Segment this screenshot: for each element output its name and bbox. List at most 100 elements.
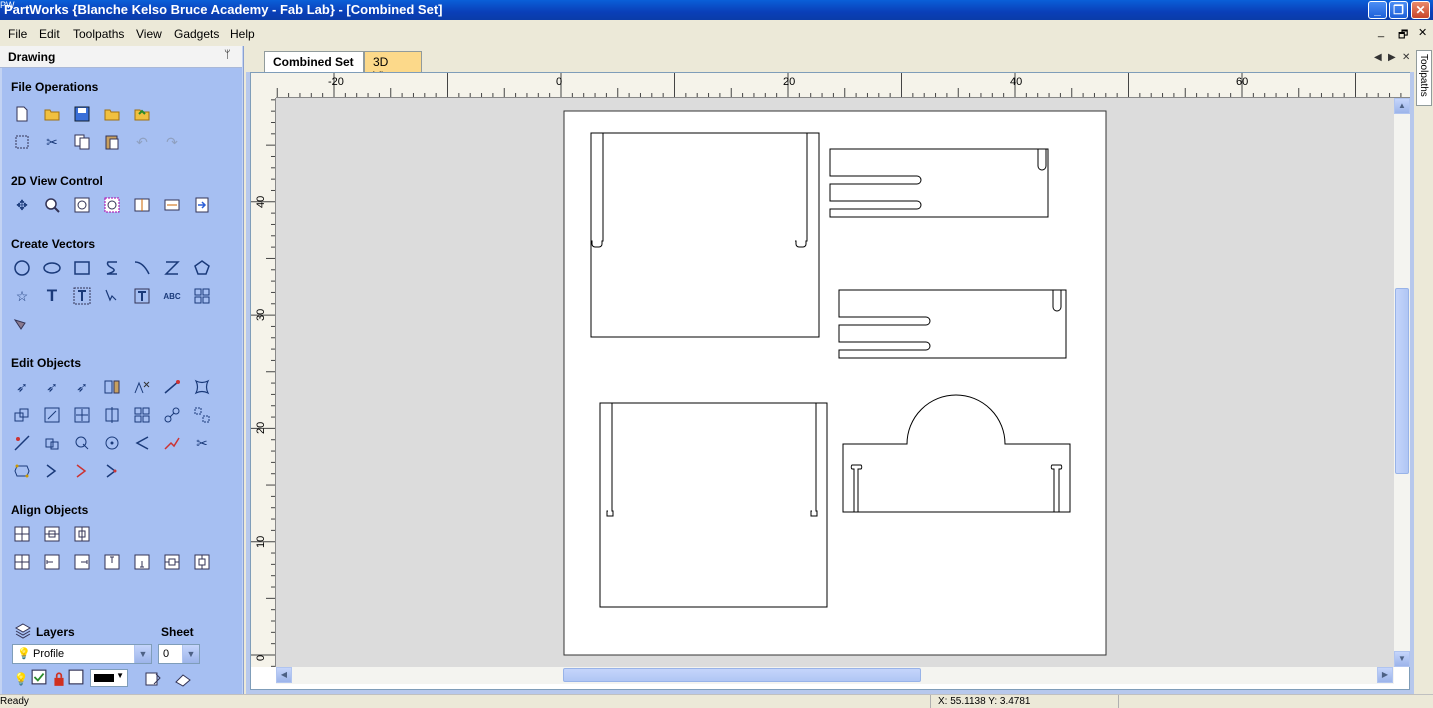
- scroll-right-icon[interactable]: ▶: [1377, 667, 1393, 683]
- tab-close-icon[interactable]: ✕: [1402, 52, 1410, 63]
- horizontal-scroll-thumb[interactable]: [563, 668, 921, 682]
- drawing-viewport[interactable]: [276, 98, 1394, 667]
- align-left-icon[interactable]: [41, 551, 63, 573]
- pan-icon[interactable]: ✥: [11, 194, 33, 216]
- distort-icon[interactable]: [191, 376, 213, 398]
- align-vcenter-icon[interactable]: [71, 523, 93, 545]
- menu-view[interactable]: View: [136, 27, 162, 41]
- mirror-icon[interactable]: [131, 376, 153, 398]
- menu-gadgets[interactable]: Gadgets: [174, 27, 219, 41]
- smooth-icon[interactable]: [11, 460, 33, 482]
- chevron-down-icon[interactable]: ▼: [182, 645, 199, 663]
- dogbone-icon[interactable]: [11, 313, 33, 335]
- import-icon[interactable]: [101, 103, 123, 125]
- polyline-icon[interactable]: [101, 257, 123, 279]
- layer-checkbox-icon[interactable]: [31, 669, 47, 685]
- fillet-icon[interactable]: [71, 432, 93, 454]
- curve-icon[interactable]: [131, 257, 153, 279]
- mdi-restore-button[interactable]: 🗗: [1398, 26, 1408, 45]
- tab-3d-view[interactable]: 3D View: [364, 51, 422, 83]
- scroll-down-icon[interactable]: ▼: [1394, 651, 1410, 667]
- mdi-minimize-button[interactable]: _: [1378, 26, 1384, 38]
- vertical-scroll-thumb[interactable]: [1395, 288, 1409, 474]
- rectangle-icon[interactable]: [71, 257, 93, 279]
- new-file-icon[interactable]: [11, 103, 33, 125]
- align-hcenter-icon[interactable]: [41, 523, 63, 545]
- align-both-icon[interactable]: [11, 551, 33, 573]
- star-icon[interactable]: ☆: [11, 285, 33, 307]
- curve-fit-icon[interactable]: [161, 432, 183, 454]
- text-arc-icon[interactable]: ABC: [161, 285, 183, 307]
- line-color-select[interactable]: ▼: [90, 669, 128, 687]
- measure-icon[interactable]: [161, 376, 183, 398]
- select-all-icon[interactable]: [11, 131, 33, 153]
- layer-select[interactable]: 💡 Profile ▼: [12, 644, 152, 664]
- tab-prev-icon[interactable]: ◀: [1374, 52, 1382, 63]
- close-button[interactable]: ✕: [1411, 1, 1430, 19]
- layer-visible-icon[interactable]: 💡: [12, 668, 30, 690]
- space-horizontal-icon[interactable]: [161, 551, 183, 573]
- save-icon[interactable]: [71, 103, 93, 125]
- node-edit-icon[interactable]: ➶: [41, 376, 63, 398]
- text-on-curve-icon[interactable]: [101, 285, 123, 307]
- interactive-icon[interactable]: [101, 376, 123, 398]
- open-file-icon[interactable]: [41, 103, 63, 125]
- pin-icon[interactable]: ᛘ: [224, 49, 231, 61]
- scroll-left-icon[interactable]: ◀: [276, 667, 292, 683]
- zoom-selection-icon[interactable]: [101, 194, 123, 216]
- tab-combined-set[interactable]: Combined Set: [264, 51, 364, 72]
- zoom-extents-icon[interactable]: [71, 194, 93, 216]
- array-icon[interactable]: [191, 285, 213, 307]
- scissors-icon[interactable]: ✂: [191, 432, 213, 454]
- layer-manager-icon[interactable]: [142, 668, 164, 690]
- drawing-svg[interactable]: [276, 98, 1394, 667]
- minimize-button[interactable]: _: [1368, 1, 1387, 19]
- zoom-icon[interactable]: [41, 194, 63, 216]
- copy-icon[interactable]: [71, 131, 93, 153]
- mdi-close-button[interactable]: ✕: [1418, 26, 1427, 39]
- toggle-view-icon[interactable]: [161, 194, 183, 216]
- scroll-up-icon[interactable]: ▲: [1394, 98, 1410, 114]
- align-bottom-icon[interactable]: [131, 551, 153, 573]
- vertical-scrollbar[interactable]: ▲ ▼: [1394, 98, 1410, 667]
- extend-icon[interactable]: [131, 432, 153, 454]
- tab-next-icon[interactable]: ▶: [1388, 52, 1396, 63]
- nest-icon[interactable]: [191, 404, 213, 426]
- eraser-icon[interactable]: [172, 668, 194, 690]
- space-vertical-icon[interactable]: [191, 551, 213, 573]
- rotate-icon[interactable]: [101, 404, 123, 426]
- sheet-select[interactable]: 0 ▼: [158, 644, 200, 664]
- size-icon[interactable]: [11, 404, 33, 426]
- align-top-icon[interactable]: [101, 551, 123, 573]
- chevron-down-icon[interactable]: ▼: [134, 645, 151, 663]
- toolpaths-tab[interactable]: Toolpaths: [1416, 50, 1432, 106]
- weld-icon[interactable]: [161, 404, 183, 426]
- autoscale-text-icon[interactable]: [71, 285, 93, 307]
- menu-help[interactable]: Help: [230, 27, 255, 41]
- offset-icon[interactable]: [41, 432, 63, 454]
- align-right-icon[interactable]: [71, 551, 93, 573]
- undo-icon[interactable]: ↶: [131, 131, 153, 153]
- select-pointer-icon[interactable]: ➶: [11, 376, 33, 398]
- menu-edit[interactable]: Edit: [39, 27, 60, 41]
- align-center-icon[interactable]: [11, 523, 33, 545]
- move-icon[interactable]: [71, 404, 93, 426]
- job-setup-icon[interactable]: [191, 194, 213, 216]
- ellipse-icon[interactable]: [41, 257, 63, 279]
- vertical-ruler[interactable]: 40 30 20 10 0: [251, 98, 276, 667]
- cut-icon[interactable]: ✂: [41, 131, 63, 153]
- scale-icon[interactable]: [41, 404, 63, 426]
- join-icon[interactable]: [101, 432, 123, 454]
- title-bar[interactable]: PW PartWorks {Blanche Kelso Bruce Academ…: [0, 0, 1433, 20]
- trim-icon[interactable]: [11, 432, 33, 454]
- import-bitmap-icon[interactable]: [131, 103, 153, 125]
- paste-icon[interactable]: [101, 131, 123, 153]
- layer-lock-icon[interactable]: [51, 668, 67, 690]
- text-icon[interactable]: T: [41, 285, 63, 307]
- close-vector-icon[interactable]: [41, 460, 63, 482]
- tangent-arc-icon[interactable]: [71, 460, 93, 482]
- arc-icon[interactable]: [161, 257, 183, 279]
- redo-icon[interactable]: ↷: [161, 131, 183, 153]
- horizontal-ruler[interactable]: -20 0 20 40 60: [276, 73, 1410, 98]
- horizontal-scrollbar[interactable]: ◀ ▶: [276, 667, 1394, 684]
